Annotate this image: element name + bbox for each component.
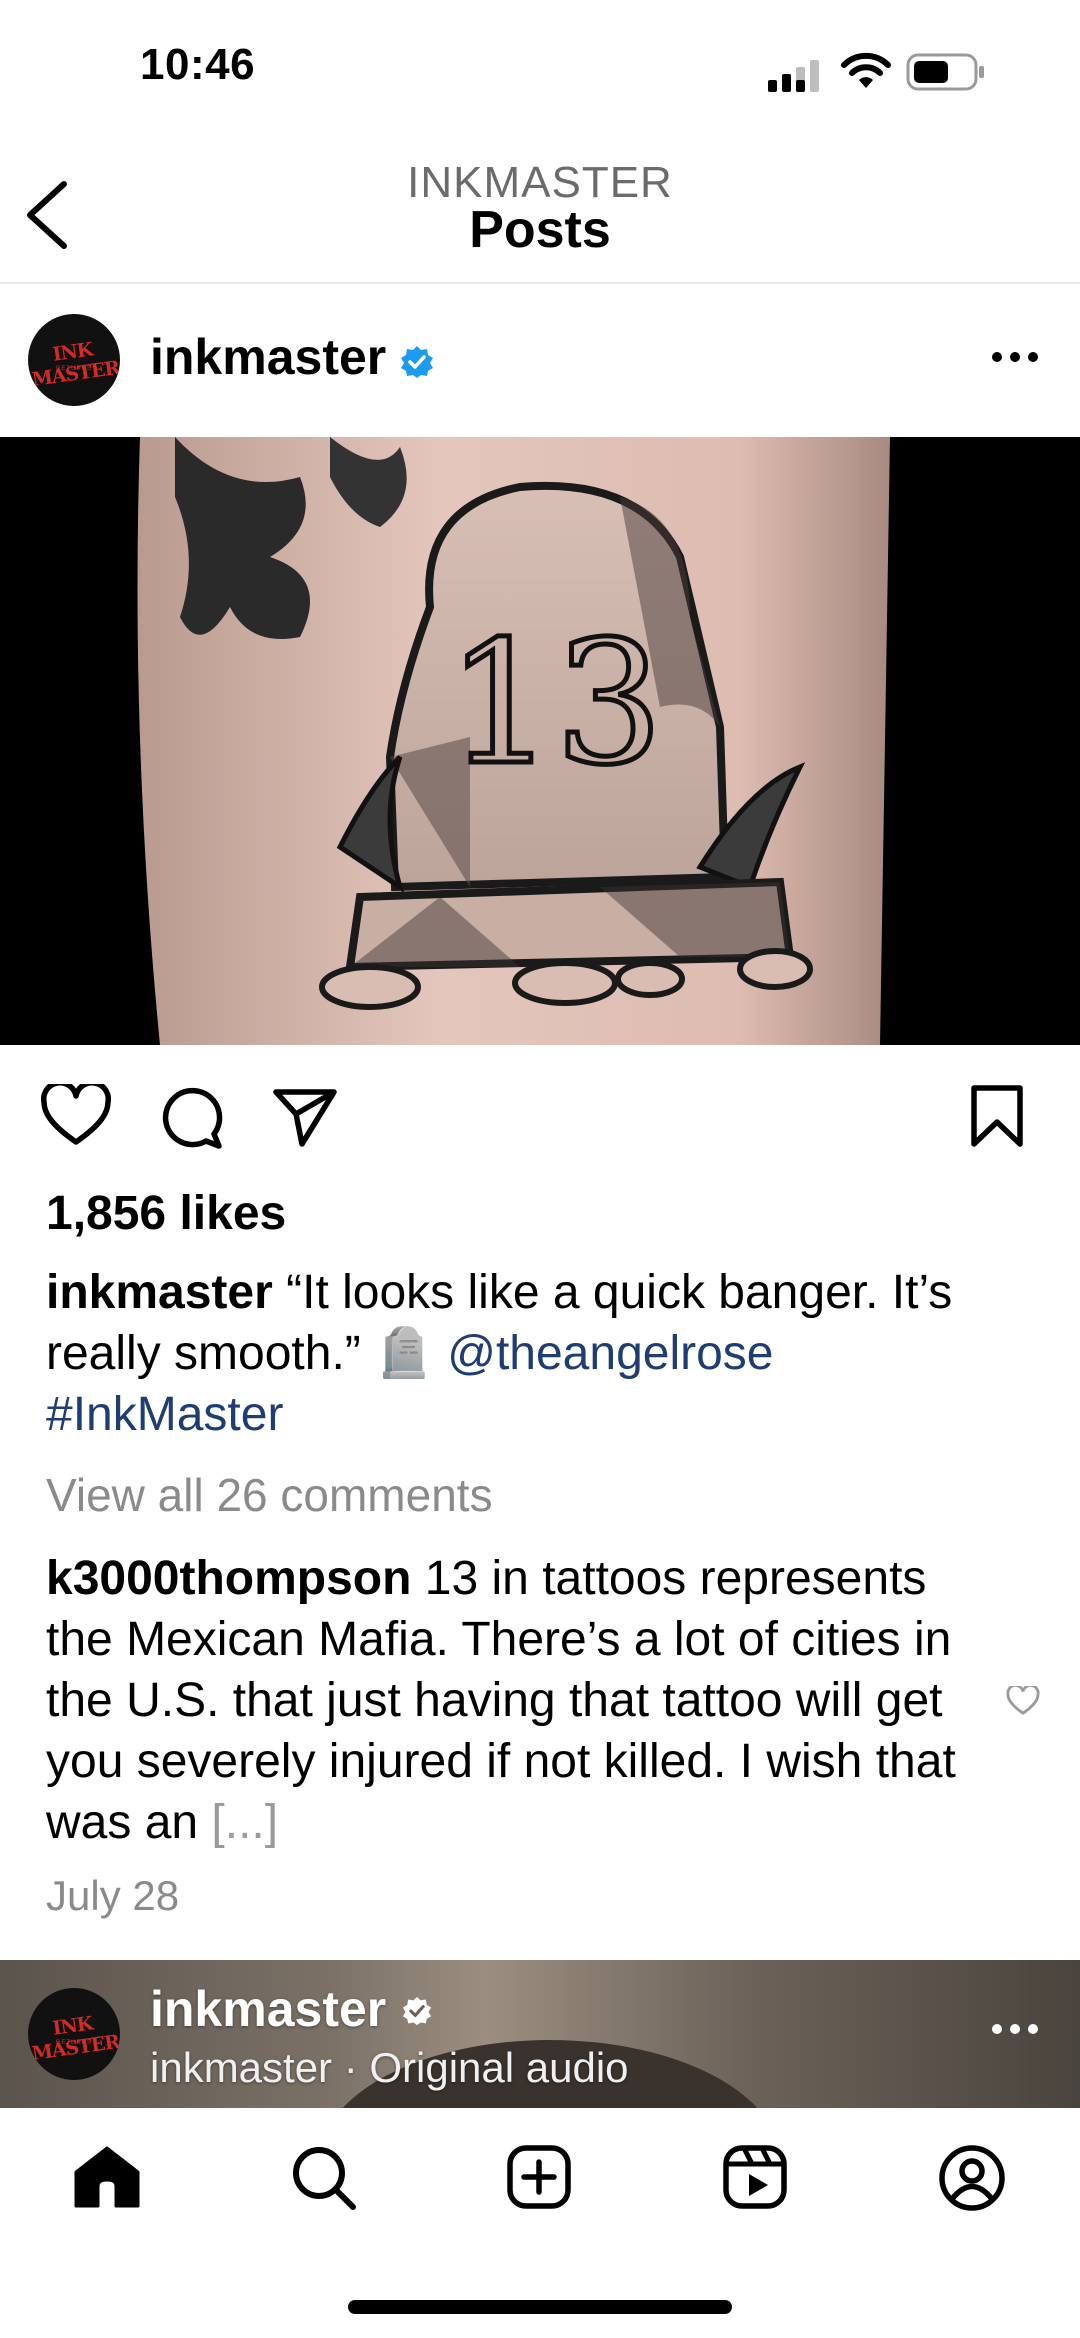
comment-username[interactable]: k3000thompson bbox=[46, 1552, 411, 1605]
battery-icon bbox=[906, 53, 984, 91]
caption-hashtag[interactable]: #InkMaster bbox=[46, 1388, 283, 1441]
likes-count[interactable]: 1,856 likes bbox=[46, 1186, 286, 1241]
tattoo-number: 13 bbox=[447, 605, 663, 803]
next-post-header[interactable]: INK MASTER RETURNS inkmaster inkmaster ·… bbox=[0, 1960, 1080, 2108]
share-icon[interactable] bbox=[272, 1086, 338, 1148]
avatar-logo-sub: RETURNS bbox=[55, 2040, 92, 2046]
reels-icon[interactable] bbox=[722, 2144, 788, 2210]
avatar-logo: INK MASTER bbox=[30, 338, 120, 391]
avatar-logo: INK MASTER bbox=[30, 2012, 120, 2065]
comment-more[interactable]: [...] bbox=[211, 1796, 278, 1849]
comment: k3000thompson 13 in tattoos represents t… bbox=[46, 1548, 986, 1853]
cellular-signal-icon bbox=[768, 60, 819, 92]
status-time: 10:46 bbox=[140, 40, 256, 89]
post-username[interactable]: inkmaster bbox=[150, 328, 386, 386]
caption-emoji: 🪦 bbox=[374, 1327, 434, 1380]
create-icon[interactable] bbox=[506, 2144, 572, 2210]
post-image[interactable]: 13 bbox=[0, 437, 1080, 1045]
original-audio-label[interactable]: inkmaster · Original audio bbox=[150, 2044, 629, 2092]
caption-mention[interactable]: @theangelrose bbox=[447, 1327, 773, 1380]
caption-username[interactable]: inkmaster bbox=[46, 1266, 273, 1319]
more-options-icon[interactable] bbox=[990, 350, 1040, 364]
post-caption: inkmaster “It looks like a quick banger.… bbox=[46, 1262, 1056, 1445]
profile-icon[interactable] bbox=[938, 2144, 1006, 2212]
page-title: Posts bbox=[469, 201, 611, 259]
header-divider bbox=[0, 282, 1080, 284]
comment-icon[interactable] bbox=[158, 1084, 224, 1150]
avatar-logo-sub: RETURNS bbox=[55, 366, 92, 372]
search-icon[interactable] bbox=[290, 2144, 358, 2212]
wifi-icon bbox=[841, 52, 891, 88]
next-post-username[interactable]: inkmaster bbox=[150, 1980, 386, 2038]
comment-like-icon[interactable] bbox=[1006, 1686, 1040, 1716]
home-indicator bbox=[348, 2300, 732, 2314]
verified-badge-icon bbox=[402, 1996, 432, 2026]
verified-badge-icon bbox=[401, 346, 433, 378]
post-date: July 28 bbox=[46, 1872, 180, 1919]
avatar[interactable]: INK MASTER RETURNS bbox=[28, 1988, 120, 2080]
bookmark-icon[interactable] bbox=[970, 1084, 1024, 1148]
view-all-comments-link[interactable]: View all 26 comments bbox=[46, 1468, 493, 1522]
avatar[interactable]: INK MASTER RETURNS bbox=[28, 314, 120, 406]
more-options-icon[interactable] bbox=[990, 2022, 1040, 2036]
tattoo-illustration: 13 bbox=[0, 437, 1080, 1045]
heart-icon[interactable] bbox=[40, 1084, 112, 1148]
home-icon[interactable] bbox=[72, 2144, 142, 2210]
